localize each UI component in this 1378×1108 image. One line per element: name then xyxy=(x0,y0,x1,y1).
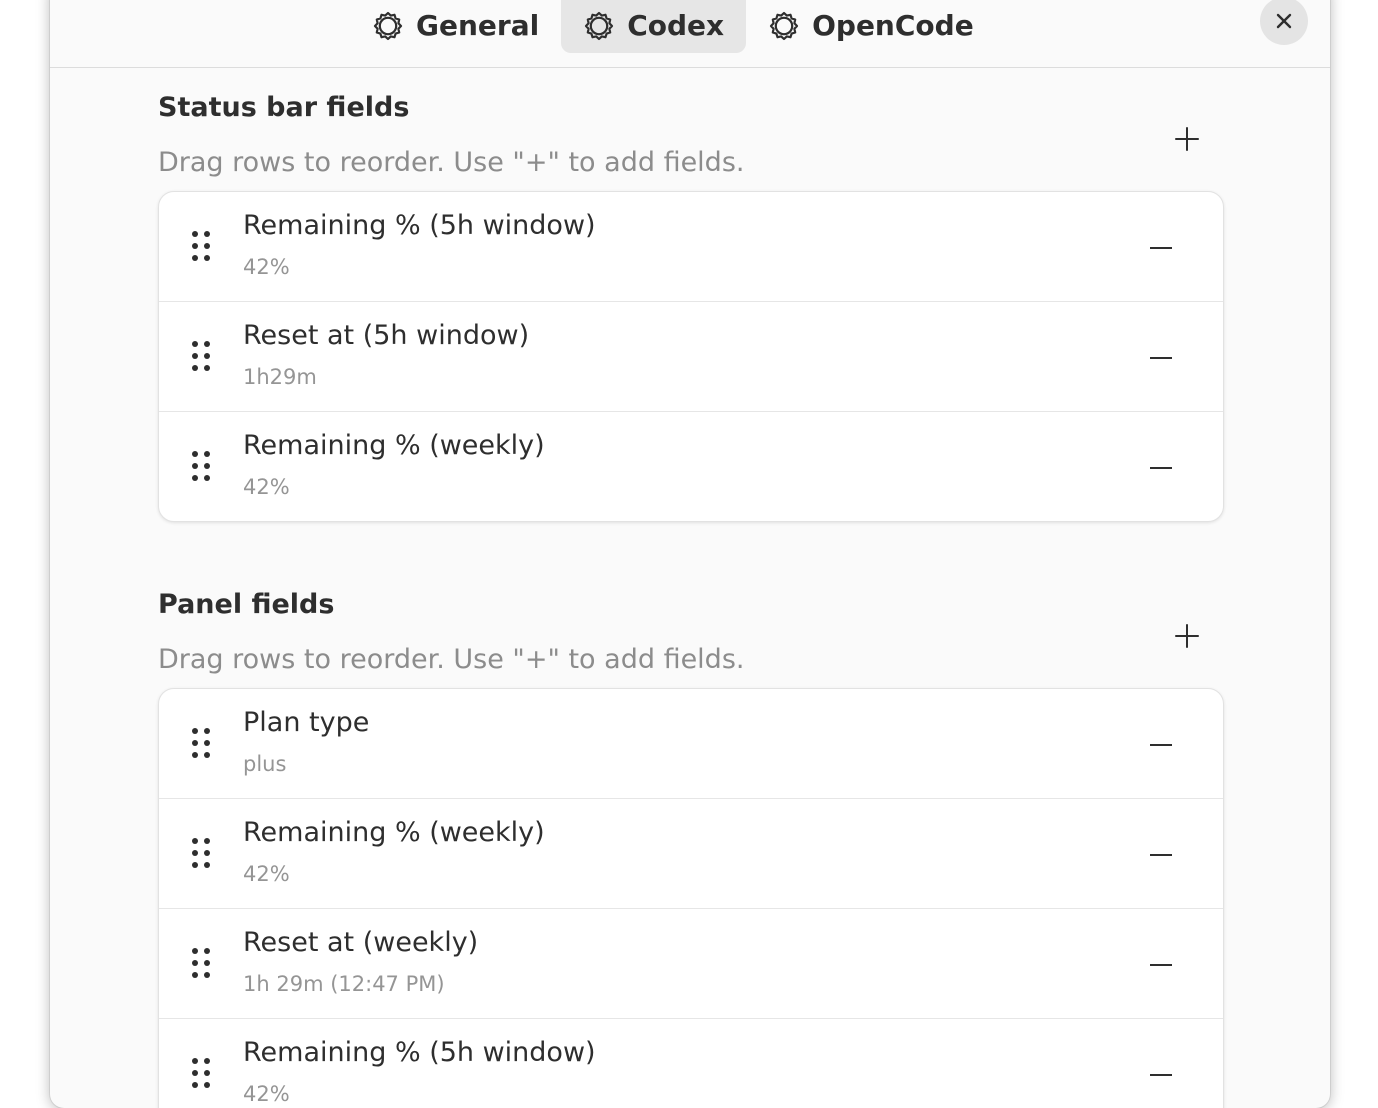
drag-handle-icon[interactable] xyxy=(189,228,213,264)
tab-label: Codex xyxy=(627,9,725,42)
close-icon xyxy=(1274,11,1294,31)
minus-icon xyxy=(1150,466,1172,470)
remove-field-button[interactable] xyxy=(1139,1053,1183,1097)
field-value: plus xyxy=(243,752,287,776)
section-header: Panel fields Drag rows to reorder. Use "… xyxy=(158,564,1224,688)
tab-label: OpenCode xyxy=(812,9,974,42)
list-item[interactable]: Remaining % (weekly) 42% xyxy=(159,412,1223,521)
remove-field-button[interactable] xyxy=(1139,943,1183,987)
drag-handle-icon[interactable] xyxy=(189,725,213,761)
minus-icon xyxy=(1150,356,1172,360)
status-bar-fields-section: Status bar fields Drag rows to reorder. … xyxy=(158,67,1224,522)
list-item[interactable]: Reset at (5h window) 1h29m xyxy=(159,302,1223,412)
field-title: Reset at (weekly) xyxy=(243,927,479,958)
tab-general[interactable]: General xyxy=(350,0,561,53)
field-title: Reset at (5h window) xyxy=(243,320,530,351)
drag-handle-icon[interactable] xyxy=(189,448,213,484)
preferences-window: General Codex OpenCode Status bar fields… xyxy=(50,0,1330,1108)
minus-icon xyxy=(1150,743,1172,747)
drag-handle-icon[interactable] xyxy=(189,945,213,981)
minus-icon xyxy=(1150,1073,1172,1077)
add-panel-field-button[interactable] xyxy=(1163,612,1211,660)
field-value: 42% xyxy=(243,862,290,886)
gear-icon xyxy=(768,10,800,42)
section-header: Status bar fields Drag rows to reorder. … xyxy=(158,67,1224,191)
section-title: Status bar fields xyxy=(158,92,410,123)
field-value: 42% xyxy=(243,1082,290,1106)
status-bar-field-list: Remaining % (5h window) 42% Reset at (5h… xyxy=(158,191,1224,522)
plus-icon xyxy=(1174,126,1200,152)
section-description: Drag rows to reorder. Use "+" to add fie… xyxy=(158,147,745,178)
plus-icon xyxy=(1174,623,1200,649)
list-item[interactable]: Remaining % (5h window) 42% xyxy=(159,192,1223,302)
field-value: 42% xyxy=(243,475,290,499)
panel-fields-section: Panel fields Drag rows to reorder. Use "… xyxy=(158,564,1224,1108)
remove-field-button[interactable] xyxy=(1139,446,1183,490)
field-value: 1h29m xyxy=(243,365,317,389)
drag-handle-icon[interactable] xyxy=(189,1055,213,1091)
field-title: Remaining % (5h window) xyxy=(243,210,596,241)
drag-handle-icon[interactable] xyxy=(189,338,213,374)
list-item[interactable]: Remaining % (weekly) 42% xyxy=(159,799,1223,909)
tab-opencode[interactable]: OpenCode xyxy=(746,0,996,53)
gear-icon xyxy=(583,10,615,42)
minus-icon xyxy=(1150,963,1172,967)
minus-icon xyxy=(1150,853,1172,857)
section-title: Panel fields xyxy=(158,589,335,620)
gear-icon xyxy=(372,10,404,42)
list-item[interactable]: Reset at (weekly) 1h 29m (12:47 PM) xyxy=(159,909,1223,1019)
remove-field-button[interactable] xyxy=(1139,336,1183,380)
panel-field-list: Plan type plus Remaining % (weekly) 42% xyxy=(158,688,1224,1108)
header-bar: General Codex OpenCode xyxy=(50,0,1330,68)
tab-bar: General Codex OpenCode xyxy=(350,0,996,53)
add-status-bar-field-button[interactable] xyxy=(1163,115,1211,163)
field-title: Plan type xyxy=(243,707,370,738)
field-title: Remaining % (weekly) xyxy=(243,430,545,461)
field-title: Remaining % (weekly) xyxy=(243,817,545,848)
drag-handle-icon[interactable] xyxy=(189,835,213,871)
field-value: 1h 29m (12:47 PM) xyxy=(243,972,445,996)
close-button[interactable] xyxy=(1260,0,1308,45)
list-item[interactable]: Plan type plus xyxy=(159,689,1223,799)
field-value: 42% xyxy=(243,255,290,279)
minus-icon xyxy=(1150,246,1172,250)
remove-field-button[interactable] xyxy=(1139,723,1183,767)
list-item[interactable]: Remaining % (5h window) 42% xyxy=(159,1019,1223,1108)
field-title: Remaining % (5h window) xyxy=(243,1037,596,1068)
tab-label: General xyxy=(416,9,540,42)
settings-content[interactable]: Status bar fields Drag rows to reorder. … xyxy=(158,67,1224,1108)
tab-codex[interactable]: Codex xyxy=(561,0,747,53)
remove-field-button[interactable] xyxy=(1139,833,1183,877)
remove-field-button[interactable] xyxy=(1139,226,1183,270)
section-description: Drag rows to reorder. Use "+" to add fie… xyxy=(158,644,745,675)
